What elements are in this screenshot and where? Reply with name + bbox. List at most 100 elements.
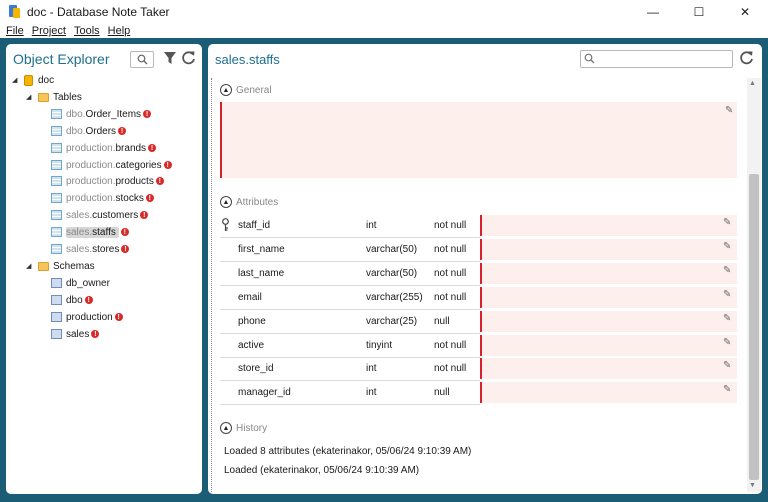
pencil-icon[interactable]: ✎	[723, 360, 731, 371]
close-icon: ✕	[739, 5, 751, 19]
tree-item-schema[interactable]: sales!	[51, 326, 100, 342]
table-name: products	[115, 175, 154, 187]
tree-item-schema[interactable]: production!	[51, 309, 123, 325]
search-input[interactable]	[580, 50, 733, 68]
tree-item-schema[interactable]: db_owner	[51, 275, 110, 291]
attribute-row[interactable]: store_id int not null ✎	[220, 357, 737, 381]
schema-icon	[51, 329, 62, 339]
expand-icon[interactable]: ◢	[12, 76, 20, 84]
attribute-type: varchar(50)	[366, 244, 418, 255]
attribute-row[interactable]: email varchar(255) not null ✎	[220, 286, 737, 310]
collapse-icon: ▲	[220, 84, 232, 96]
attribute-note-field[interactable]: ✎	[480, 215, 737, 236]
tree-table-label: sales.staffs	[66, 226, 119, 238]
tree-item-table[interactable]: sales.staffs!	[51, 224, 129, 240]
table-prefix: sales.	[66, 243, 93, 255]
maximize-button[interactable]: ☐	[676, 0, 722, 24]
attribute-note-field[interactable]: ✎	[480, 263, 737, 284]
table-name: stocks	[115, 192, 144, 204]
attribute-name: manager_id	[238, 387, 291, 398]
tree-item-table[interactable]: production.brands!	[51, 140, 157, 156]
tree-table-label: production.stocks	[66, 193, 144, 204]
pencil-icon[interactable]: ✎	[723, 265, 731, 276]
table-icon	[51, 244, 62, 254]
attribute-row[interactable]: last_name varchar(50) not null ✎	[220, 262, 737, 286]
table-prefix: production.	[66, 175, 116, 187]
menu-help[interactable]: Help	[108, 25, 131, 37]
attributes-section-header[interactable]: ▲ Attributes	[220, 196, 278, 208]
tree-item-table[interactable]: production.categories!	[51, 157, 172, 173]
attribute-note-field[interactable]: ✎	[480, 382, 737, 403]
minimize-button[interactable]: —	[630, 0, 676, 24]
table-prefix: production.	[66, 159, 116, 171]
general-section-header[interactable]: ▲ General	[220, 84, 272, 96]
attribute-row[interactable]: manager_id int null ✎	[220, 381, 737, 405]
attribute-nullability: not null	[434, 340, 467, 351]
close-button[interactable]: ✕	[722, 0, 768, 24]
attribute-note-field[interactable]: ✎	[480, 335, 737, 356]
attribute-name: email	[238, 292, 262, 303]
attribute-note-field[interactable]: ✎	[480, 287, 737, 308]
attribute-row[interactable]: staff_id int not null ✎	[220, 214, 737, 238]
error-icon: !	[145, 194, 154, 202]
attribute-name: phone	[238, 316, 266, 327]
menu-file[interactable]: File	[6, 25, 24, 37]
expand-icon[interactable]: ◢	[26, 93, 34, 101]
expand-icon[interactable]: ◢	[26, 262, 34, 270]
menu-tools[interactable]: Tools	[74, 25, 100, 37]
attribute-row[interactable]: phone varchar(25) null ✎	[220, 310, 737, 334]
tree-item-table[interactable]: production.products!	[51, 173, 164, 189]
table-icon	[51, 143, 62, 153]
app-icon	[9, 5, 21, 19]
tree-item-table[interactable]: sales.customers!	[51, 207, 149, 223]
general-note-box[interactable]: ✎	[220, 102, 737, 178]
schema-icon	[51, 312, 62, 322]
pencil-icon[interactable]: ✎	[723, 313, 731, 324]
table-icon	[51, 193, 62, 203]
tree-item-table[interactable]: sales.stores!	[51, 241, 130, 257]
pencil-icon[interactable]: ✎	[723, 289, 731, 300]
pencil-icon[interactable]: ✎	[723, 241, 731, 252]
filter-icon[interactable]	[164, 52, 176, 65]
scroll-up-icon[interactable]: ▲	[749, 80, 756, 87]
tree-item-tables-folder[interactable]: ◢ Tables	[26, 89, 82, 105]
refresh-icon[interactable]	[181, 50, 196, 65]
tree-item-schemas-folder[interactable]: ◢ Schemas	[26, 258, 95, 274]
scrollbar-thumb[interactable]	[749, 174, 759, 480]
attribute-nullability: not null	[434, 244, 467, 255]
tree-item-schema[interactable]: dbo!	[51, 292, 93, 308]
history-section-header[interactable]: ▲ History	[220, 422, 267, 434]
attribute-nullability: null	[434, 387, 450, 398]
attribute-nullability: not null	[434, 220, 467, 231]
tree-item-table[interactable]: dbo.Order_Items!	[51, 106, 152, 122]
history-entry: Loaded (ekaterinakor, 05/06/24 9:10:39 A…	[224, 465, 420, 476]
scroll-down-icon[interactable]: ▼	[749, 482, 756, 489]
tree-table-label: dbo.Orders	[66, 126, 116, 137]
explorer-search-button[interactable]	[130, 51, 154, 68]
error-icon: !	[91, 330, 100, 338]
maximize-icon: ☐	[693, 5, 705, 19]
table-icon	[51, 126, 62, 136]
table-icon	[51, 210, 62, 220]
error-icon: !	[84, 296, 93, 304]
tree-schema-label: db_owner	[66, 277, 110, 289]
attribute-row[interactable]: active tinyint not null ✎	[220, 334, 737, 358]
tree-item-table[interactable]: production.stocks!	[51, 190, 154, 206]
refresh-icon[interactable]	[739, 50, 754, 65]
pencil-icon[interactable]: ✎	[723, 384, 731, 395]
schema-icon	[51, 278, 62, 288]
tree-item-table[interactable]: dbo.Orders!	[51, 123, 127, 139]
pencil-icon[interactable]: ✎	[725, 105, 733, 116]
pencil-icon[interactable]: ✎	[723, 217, 731, 228]
menu-project[interactable]: Project	[32, 25, 66, 37]
attribute-note-field[interactable]: ✎	[480, 311, 737, 332]
tree-schema-label: dbo	[66, 294, 83, 306]
attribute-row[interactable]: first_name varchar(50) not null ✎	[220, 238, 737, 262]
attribute-note-field[interactable]: ✎	[480, 239, 737, 260]
attribute-nullability: not null	[434, 292, 467, 303]
tree-folder-label: Schemas	[53, 260, 95, 272]
pencil-icon[interactable]: ✎	[723, 337, 731, 348]
tree-item-database[interactable]: ◢ doc	[12, 72, 54, 88]
search-icon	[584, 53, 595, 64]
attribute-note-field[interactable]: ✎	[480, 358, 737, 379]
